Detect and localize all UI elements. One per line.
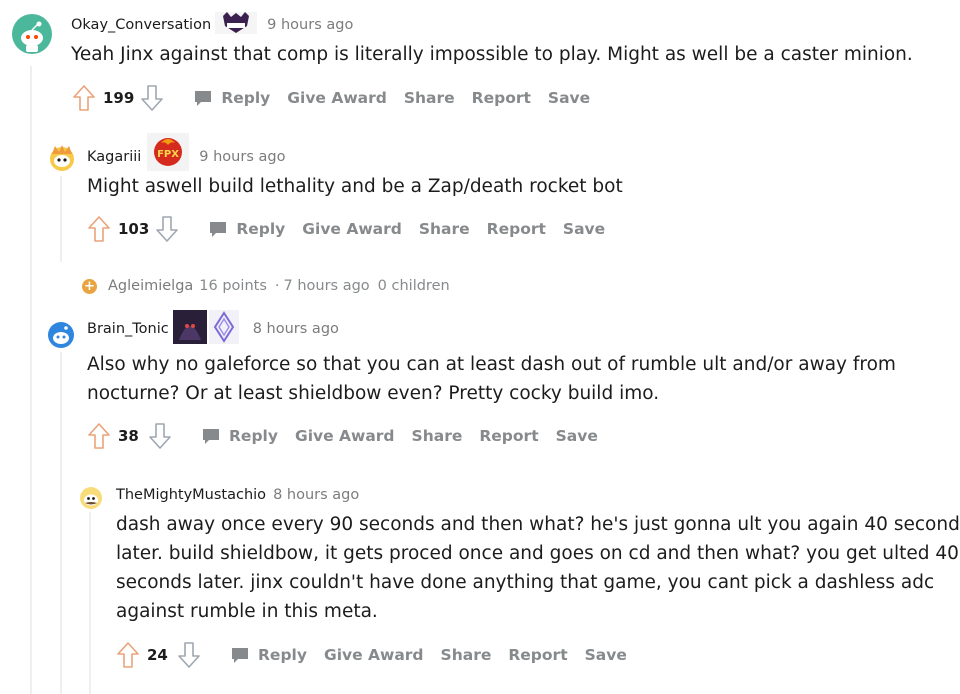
rank-flair-icon bbox=[208, 310, 239, 348]
snoo-avatar-icon bbox=[12, 14, 52, 54]
snoo-avatar-icon bbox=[48, 322, 74, 348]
share-button[interactable]: Share bbox=[404, 89, 455, 107]
speech-bubble-icon bbox=[203, 429, 219, 444]
reply-button[interactable]: Reply bbox=[230, 645, 307, 665]
reply-label: Reply bbox=[258, 646, 307, 664]
team-flair-icon bbox=[215, 12, 258, 38]
vote-score: 24 bbox=[147, 646, 168, 664]
give-award-button[interactable]: Give Award bbox=[287, 89, 387, 107]
username[interactable]: Okay_Conversation bbox=[71, 17, 211, 33]
give-award-button[interactable]: Give Award bbox=[324, 646, 424, 664]
comment-time[interactable]: 9 hours ago bbox=[199, 149, 285, 165]
comment-body-line: Also why no galeforce so that you can at… bbox=[87, 354, 896, 375]
username[interactable]: Agleimielga bbox=[108, 278, 193, 294]
vote-score: 103 bbox=[118, 220, 150, 238]
username[interactable]: Brain_Tonic bbox=[87, 321, 169, 337]
speech-bubble-icon bbox=[232, 648, 248, 663]
comment-body: Might aswell build lethality and be a Za… bbox=[87, 176, 623, 197]
thread-line-4[interactable] bbox=[89, 512, 91, 694]
collapsed-comment[interactable]: + Agleimielga 16 points · 7 hours ago 0 … bbox=[82, 278, 450, 294]
comment-body: Yeah Jinx against that comp is literally… bbox=[71, 44, 913, 65]
comment-time[interactable]: 8 hours ago bbox=[273, 487, 359, 503]
separator: · bbox=[274, 278, 280, 294]
expand-icon[interactable]: + bbox=[82, 278, 97, 294]
avatar[interactable] bbox=[78, 484, 104, 514]
avatar[interactable] bbox=[12, 14, 52, 58]
comment-actions: 199 Reply Give Award Share Report Save bbox=[71, 83, 590, 113]
report-button[interactable]: Report bbox=[487, 220, 546, 238]
reply-label: Reply bbox=[221, 89, 271, 107]
thread-line-3[interactable] bbox=[60, 352, 62, 694]
thread-line-1[interactable] bbox=[30, 66, 32, 694]
username[interactable]: TheMightyMustachio bbox=[116, 487, 266, 503]
upvote-arrow-icon[interactable] bbox=[86, 214, 112, 244]
comment-time[interactable]: 7 hours ago bbox=[284, 278, 370, 294]
give-award-button[interactable]: Give Award bbox=[302, 220, 402, 238]
save-button[interactable]: Save bbox=[556, 427, 598, 445]
thread-line-2[interactable] bbox=[60, 176, 62, 262]
report-button[interactable]: Report bbox=[508, 646, 567, 664]
comment-body: Also why no galeforce so that you can at… bbox=[87, 350, 896, 408]
comment-body-line: against rumble in this meta. bbox=[116, 601, 378, 622]
comment-header: Kagariii FPX 9 hours ago bbox=[87, 132, 285, 176]
speech-bubble-icon bbox=[210, 222, 227, 237]
username[interactable]: Kagariii bbox=[87, 149, 141, 165]
comment-points: 16 points bbox=[199, 278, 267, 294]
share-button[interactable]: Share bbox=[419, 220, 470, 238]
svg-text:FPX: FPX bbox=[157, 149, 179, 160]
team-flair-icon: FPX bbox=[147, 133, 190, 175]
upvote-arrow-icon[interactable] bbox=[115, 640, 141, 670]
comment-header: Brain_Tonic 8 hours ago bbox=[87, 310, 339, 348]
avatar[interactable] bbox=[48, 322, 74, 352]
speech-bubble-icon bbox=[195, 91, 212, 106]
comment-header: TheMightyMustachio 8 hours ago bbox=[116, 484, 359, 506]
share-button[interactable]: Share bbox=[412, 427, 463, 445]
reply-button[interactable]: Reply bbox=[201, 426, 278, 446]
save-button[interactable]: Save bbox=[585, 646, 627, 664]
downvote-arrow-icon[interactable] bbox=[139, 83, 165, 113]
comment-body: dash away once every 90 seconds and then… bbox=[116, 510, 960, 626]
vote-score: 199 bbox=[103, 89, 135, 107]
upvote-arrow-icon[interactable] bbox=[71, 83, 97, 113]
report-button[interactable]: Report bbox=[472, 89, 531, 107]
champion-flair-icon bbox=[172, 310, 207, 348]
comment-actions: 38 Reply Give Award Share Report Save bbox=[86, 421, 598, 451]
reply-button[interactable]: Reply bbox=[193, 88, 270, 108]
avatar[interactable] bbox=[48, 144, 76, 176]
downvote-arrow-icon[interactable] bbox=[147, 421, 173, 451]
comment-time[interactable]: 9 hours ago bbox=[267, 17, 353, 33]
comment-body-line: dash away once every 90 seconds and then… bbox=[116, 514, 960, 535]
save-button[interactable]: Save bbox=[563, 220, 605, 238]
vote-score: 38 bbox=[118, 427, 139, 445]
comment-body-line: nocturne? Or at least shieldbow even? Pr… bbox=[87, 383, 660, 404]
reply-button[interactable]: Reply bbox=[208, 219, 285, 239]
children-count: 0 children bbox=[377, 278, 450, 294]
comment-header: Okay_Conversation 9 hours ago bbox=[71, 12, 353, 38]
report-button[interactable]: Report bbox=[479, 427, 538, 445]
reply-label: Reply bbox=[229, 427, 278, 445]
reply-label: Reply bbox=[236, 220, 286, 238]
share-button[interactable]: Share bbox=[441, 646, 492, 664]
comment-actions: 24 Reply Give Award Share Report Save bbox=[115, 640, 627, 670]
comment-time[interactable]: 8 hours ago bbox=[253, 321, 339, 337]
comment-body-line: seconds later. jinx couldn't have done a… bbox=[116, 572, 935, 593]
comment-actions: 103 Reply Give Award Share Report Save bbox=[86, 214, 605, 244]
upvote-arrow-icon[interactable] bbox=[86, 421, 112, 451]
comment-body-line: later. build shieldbow, it gets proced o… bbox=[116, 543, 959, 564]
snoo-avatar-icon bbox=[80, 487, 102, 509]
snoo-avatar-icon bbox=[50, 145, 74, 171]
downvote-arrow-icon[interactable] bbox=[176, 640, 202, 670]
downvote-arrow-icon[interactable] bbox=[154, 214, 180, 244]
give-award-button[interactable]: Give Award bbox=[295, 427, 395, 445]
save-button[interactable]: Save bbox=[548, 89, 590, 107]
